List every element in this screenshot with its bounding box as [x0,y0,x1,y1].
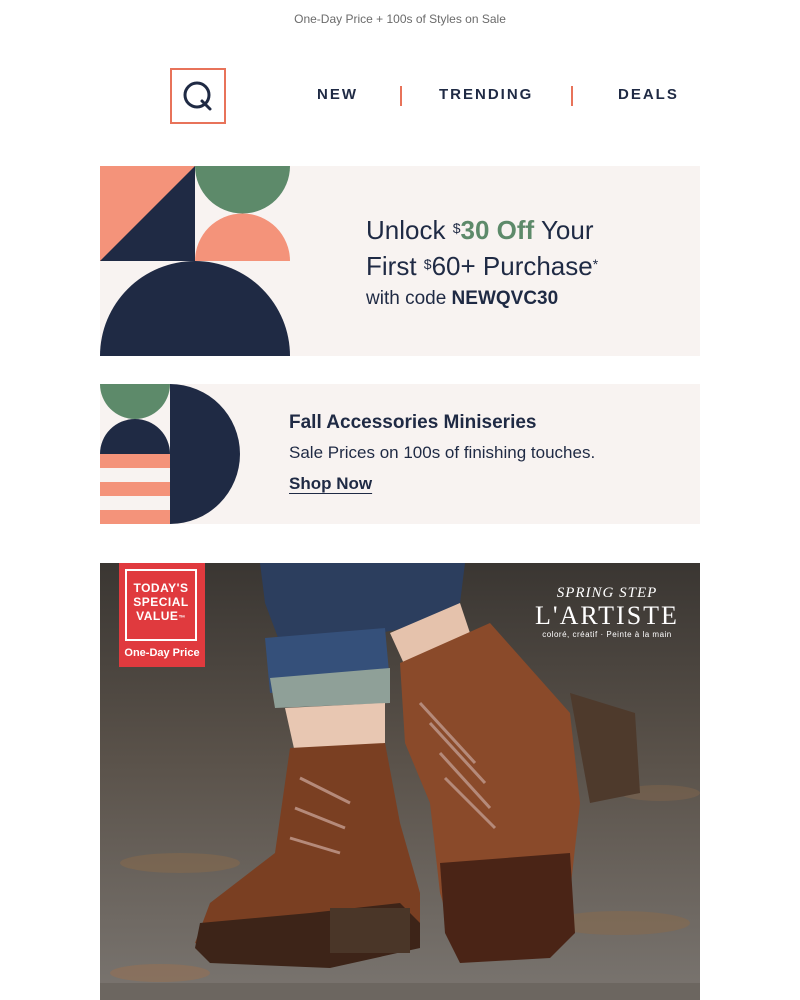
main-nav: NEW TRENDING DEALS [0,86,800,106]
nav-divider [400,86,402,106]
promo-line-1: Unlock $30 Off Your [366,215,594,245]
hero-product-image[interactable]: TODAY'S SPECIAL VALUE™ One-Day Price SPR… [100,563,700,1000]
promo-line-2: First $60+ Purchase* [366,251,599,281]
one-day-price-label: One-Day Price [124,647,200,659]
promo-code: NEWQVC30 [451,288,559,309]
nav-divider [571,86,573,106]
nav-new[interactable]: NEW [317,86,358,103]
shop-now-link[interactable]: Shop Now [289,474,372,494]
miniseries-title: Fall Accessories Miniseries [289,412,537,433]
geometric-pattern-graphic [100,166,290,356]
miniseries-subtitle: Sale Prices on 100s of finishing touches… [289,443,596,462]
nav-deals[interactable]: DEALS [618,86,679,103]
lartiste-brand-logo: SPRING STEP L'ARTISTE coloré, créatif · … [535,585,679,639]
miniseries-banner[interactable]: Fall Accessories Miniseries Sale Prices … [100,384,700,524]
promo-banner[interactable]: Unlock $30 Off Your First $60+ Purchase*… [100,166,700,356]
tsv-label: TODAY'S SPECIAL VALUE™ [125,569,197,641]
promo-text: Unlock $30 Off Your First $60+ Purchase*… [366,212,686,314]
promo-line-3: with code NEWQVC30 [366,288,559,309]
todays-special-value-badge: TODAY'S SPECIAL VALUE™ One-Day Price [119,563,205,667]
promo-amount: 30 Off [460,215,535,245]
preheader-text: One-Day Price + 100s of Styles on Sale [294,12,506,26]
nav-trending[interactable]: TRENDING [439,86,533,103]
geometric-pattern-graphic [100,384,240,524]
